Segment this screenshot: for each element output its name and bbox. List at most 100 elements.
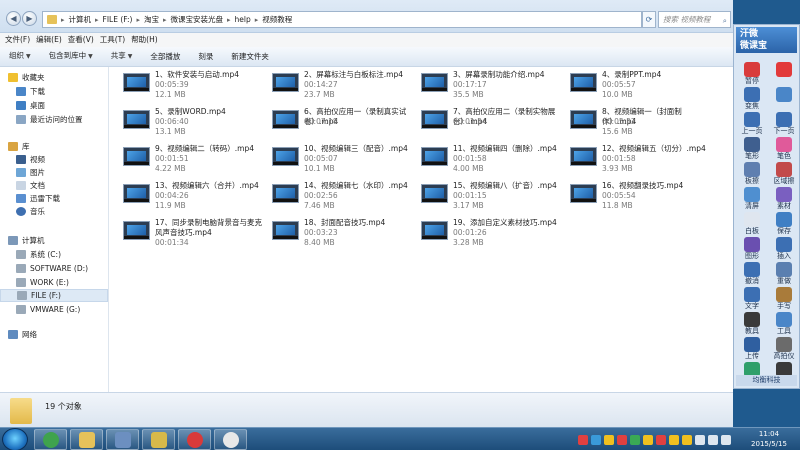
file-item[interactable]: 12、视频编辑五（切分）.mp4 00:01:58 3.93 MB <box>560 141 708 177</box>
panel-button[interactable]: 高拍仪 <box>769 336 799 364</box>
tray-icon[interactable] <box>669 434 679 445</box>
menu-view[interactable]: 查看(V) <box>65 33 97 47</box>
start-button[interactable] <box>2 428 28 450</box>
sidebar-item-videos[interactable]: 视频 <box>16 153 124 166</box>
tray-icon[interactable] <box>656 434 666 445</box>
menu-edit[interactable]: 编辑(E) <box>33 33 65 47</box>
file-item[interactable]: 3、屏幕录制功能介绍.mp4 00:17:17 35.5 MB <box>411 67 559 103</box>
panel-button[interactable] <box>769 86 799 114</box>
panel-button[interactable]: 重做 <box>769 261 799 289</box>
sidebar-item-drive-g[interactable]: VMWARE (G:) <box>16 303 124 316</box>
panel-button[interactable]: 上传 <box>737 336 767 364</box>
breadcrumb-computer[interactable]: 计算机 <box>69 14 92 25</box>
file-item[interactable]: 18、封面配音技巧.mp4 00:03:23 8.40 MB <box>262 215 410 251</box>
tray-icon[interactable] <box>630 434 640 445</box>
sidebar-item-favorites[interactable]: 收藏夹 <box>8 71 116 84</box>
tray-icon[interactable] <box>682 434 692 445</box>
burn-button[interactable]: 刻录 <box>189 47 222 67</box>
tray-icon[interactable] <box>578 434 588 445</box>
menu-tools[interactable]: 工具(T) <box>97 33 128 47</box>
sidebar-item-documents[interactable]: 文档 <box>16 179 124 192</box>
file-item[interactable]: 5、录制WORD.mp4 00:06:40 13.1 MB <box>113 104 261 140</box>
tray-icon[interactable] <box>591 434 601 445</box>
forward-button[interactable]: ▶ <box>22 11 37 26</box>
menu-file[interactable]: 文件(F) <box>2 33 33 47</box>
flag-icon[interactable] <box>721 434 731 445</box>
taskbar-app-1[interactable] <box>34 429 67 450</box>
include-in-library-button[interactable]: 包含到库中 ▼ <box>40 46 102 67</box>
panel-button[interactable]: 上一页 <box>737 111 767 139</box>
menu-help[interactable]: 帮助(H) <box>128 33 161 47</box>
file-item[interactable]: 16、视频翻录技巧.mp4 00:05:54 11.8 MB <box>560 178 708 214</box>
breadcrumb-file-drive[interactable]: FILE (F:) <box>103 15 133 24</box>
file-item[interactable]: 9、视频编辑二（转码）.mp4 00:01:51 4.22 MB <box>113 141 261 177</box>
clock[interactable]: 11:04 2015/5/15 <box>745 429 793 449</box>
taskbar-explorer[interactable] <box>70 429 103 450</box>
tray-icon[interactable] <box>617 434 627 445</box>
panel-button[interactable]: 素材 <box>769 186 799 214</box>
sidebar-item-recent-places[interactable]: 最近访问的位置 <box>16 113 124 126</box>
sidebar-item-desktop[interactable]: 桌面 <box>16 99 124 112</box>
breadcrumb-install-disc[interactable]: 微课宝安装光盘 <box>171 14 224 25</box>
file-item[interactable]: 11、视频编辑四（删除）.mp4 00:01:58 4.00 MB <box>411 141 559 177</box>
back-button[interactable]: ◀ <box>6 11 21 26</box>
panel-button[interactable]: 下一页 <box>769 111 799 139</box>
panel-button[interactable]: 清屏 <box>737 186 767 214</box>
file-item[interactable]: 15、视频编辑八（扩音）.mp4 00:01:15 3.17 MB <box>411 178 559 214</box>
volume-icon[interactable] <box>708 434 718 445</box>
taskbar-app-5[interactable] <box>178 429 211 450</box>
breadcrumb-taobao[interactable]: 淘宝 <box>144 14 159 25</box>
file-item[interactable]: 10、视频编辑三（配音）.mp4 00:05:07 10.1 MB <box>262 141 410 177</box>
panel-button[interactable]: 撤消 <box>737 261 767 289</box>
tray-icon[interactable] <box>643 434 653 445</box>
breadcrumb-video-tutorials[interactable]: 视频教程 <box>262 14 292 25</box>
panel-button[interactable]: 白板 <box>737 211 767 239</box>
new-folder-button[interactable]: 新建文件夹 <box>222 47 278 67</box>
panel-button[interactable]: 区域擦 <box>769 161 799 189</box>
sidebar-item-drive-e[interactable]: WORK (E:) <box>16 276 124 289</box>
taskbar-app-4[interactable] <box>142 429 175 450</box>
panel-button[interactable]: 插入 <box>769 236 799 264</box>
network-icon[interactable] <box>695 434 705 445</box>
panel-button[interactable]: 笔形 <box>737 136 767 164</box>
organize-button[interactable]: 组织 ▼ <box>0 46 40 67</box>
sidebar-item-downloads[interactable]: 下载 <box>16 85 124 98</box>
sidebar-item-libraries[interactable]: 库 <box>8 140 116 153</box>
file-item[interactable]: 1、软件安装与启动.mp4 00:05:39 12.1 MB <box>113 67 261 103</box>
breadcrumb-help[interactable]: help <box>235 15 251 24</box>
taskbar-app-6[interactable] <box>214 429 247 450</box>
file-item[interactable]: 13、视频编辑六（合并）.mp4 00:04:26 11.9 MB <box>113 178 261 214</box>
sidebar-item-computer[interactable]: 计算机 <box>8 234 116 247</box>
play-all-button[interactable]: 全部播放 <box>141 47 189 67</box>
sidebar-item-music[interactable]: 音乐 <box>16 205 124 218</box>
file-item[interactable]: 2、屏幕标注与白板标注.mp4 00:14:27 23.7 MB <box>262 67 410 103</box>
refresh-button[interactable]: ⟳ <box>642 11 656 28</box>
taskbar-app-3[interactable] <box>106 429 139 450</box>
panel-button[interactable]: 图形 <box>737 236 767 264</box>
panel-button[interactable]: 板擦 <box>737 161 767 189</box>
sidebar-item-pictures[interactable]: 图片 <box>16 166 124 179</box>
file-item[interactable]: 6、高拍仪应用一（录制真实试卷）.mp4 00:07:18 <box>262 104 410 140</box>
address-bar[interactable]: ▸ 计算机 ▸ FILE (F:) ▸ 淘宝 ▸ 微课宝安装光盘 ▸ help … <box>42 11 642 28</box>
sidebar-item-drive-f[interactable]: FILE (F:) <box>0 289 108 302</box>
panel-button[interactable]: 手写 <box>769 286 799 314</box>
sidebar-item-network[interactable]: 网络 <box>8 328 116 341</box>
file-item[interactable]: 8、视频编辑一（封面制作）.mp4 00:05:52 15.6 MB <box>560 104 708 140</box>
panel-button[interactable]: 教具 <box>737 311 767 339</box>
file-item[interactable]: 19、添加自定义素材技巧.mp4 00:01:26 3.28 MB <box>411 215 559 251</box>
file-item[interactable]: 4、录制PPT.mp4 00:05:57 10.0 MB <box>560 67 708 103</box>
file-item[interactable]: 17、同步录制电脑背景音与麦克风声音技巧.mp4 00:01:34 <box>113 215 262 251</box>
share-button[interactable]: 共享 ▼ <box>102 46 142 67</box>
panel-button[interactable]: 文字 <box>737 286 767 314</box>
panel-button[interactable]: 暂停 <box>737 61 767 89</box>
sidebar-item-drive-d[interactable]: SOFTWARE (D:) <box>16 262 124 275</box>
panel-button[interactable]: 工具 <box>769 311 799 339</box>
panel-button[interactable]: 笔色 <box>769 136 799 164</box>
search-input[interactable]: 搜索 视频教程 ⌕ <box>658 11 731 28</box>
sidebar-item-drive-c[interactable]: 系统 (C:) <box>16 248 124 261</box>
panel-button[interactable] <box>769 61 799 89</box>
panel-button[interactable]: 变焦 <box>737 86 767 114</box>
panel-button[interactable]: 保存 <box>769 211 799 239</box>
file-item[interactable]: 14、视频编辑七（水印）.mp4 00:02:56 7.46 MB <box>262 178 410 214</box>
file-item[interactable]: 7、高拍仪应用二（录制实物展台）.mp4 00:01:54 <box>411 104 559 140</box>
